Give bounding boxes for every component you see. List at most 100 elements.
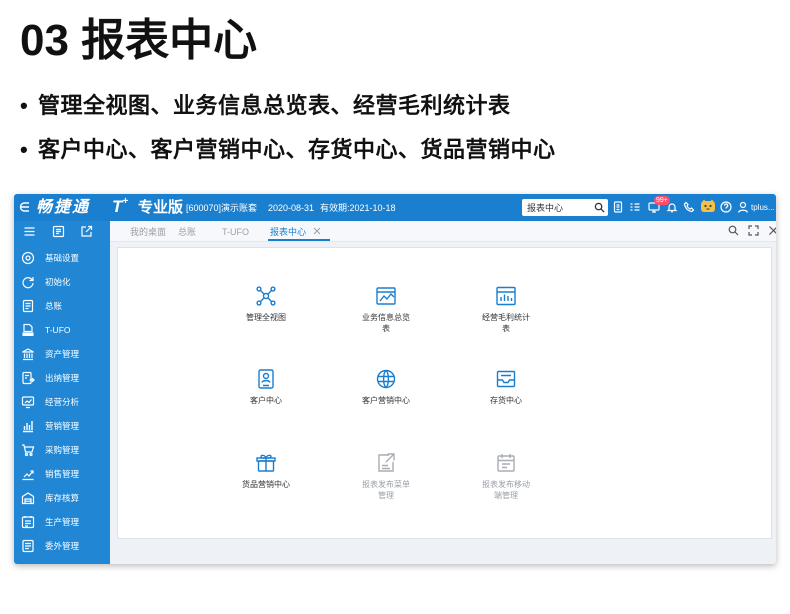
sidebar-item-label: 总账	[45, 301, 63, 311]
tile-goods-marketing-center[interactable]: 货品营销中心	[236, 452, 296, 512]
publish-mobile-icon	[495, 452, 517, 474]
globe-icon	[375, 368, 397, 390]
tile-label: 管理全视图	[246, 313, 286, 322]
search-icon[interactable]	[728, 225, 739, 236]
tile-label: 业务信息总览表	[362, 313, 410, 333]
t-ufo-icon	[21, 323, 35, 337]
app-window: 畅捷通 T+ 专业版 [600070]演示账套 2020-08-31 有效期:2…	[14, 194, 776, 564]
sidebar-item-production[interactable]: 生产管理	[14, 510, 110, 534]
bullet-text: 管理全视图、业务信息总览表、经营毛利统计表	[38, 93, 511, 118]
bullet-1: • 管理全视图、业务信息总览表、经营毛利统计表	[20, 91, 511, 121]
sidebar-item-cashier[interactable]: 出纳管理	[14, 366, 110, 390]
sidebar-item-asset-management[interactable]: 资产管理	[14, 342, 110, 366]
tile-report-publish-menu[interactable]: 报表发布菜单管理	[356, 452, 416, 512]
cart-icon	[21, 443, 35, 457]
tile-gross-profit-report[interactable]: 经营毛利统计表	[476, 285, 536, 345]
product-letter: T	[112, 197, 123, 216]
profit-report-icon	[495, 285, 517, 307]
collapse-icon[interactable]	[52, 225, 65, 238]
tab-close-icon[interactable]	[313, 227, 321, 235]
tile-label: 报表发布菜单管理	[362, 480, 410, 500]
hub-icon	[255, 285, 277, 307]
gift-icon	[255, 452, 277, 474]
list-icon[interactable]	[629, 201, 641, 213]
ledger-icon	[21, 299, 35, 313]
tab-t-ufo[interactable]: T-UFO	[222, 226, 249, 238]
settings-icon	[21, 251, 35, 265]
analysis-icon	[21, 395, 35, 409]
tab-bar: 我的桌面 总账 T-UFO 报表中心	[110, 221, 776, 242]
outsourcing-icon	[21, 539, 35, 553]
sidebar-item-label: 资产管理	[45, 349, 80, 359]
bell-icon[interactable]	[666, 201, 678, 213]
sidebar-item-sales[interactable]: 销售管理	[14, 462, 110, 486]
sidebar-item-basic-settings[interactable]: 基础设置	[14, 246, 110, 270]
main-content: 管理全视图 业务信息总览表 经营毛利统计表 客户中心 客户营销中心 存货中心 货…	[110, 242, 776, 564]
external-link-icon[interactable]	[80, 225, 93, 238]
sidebar-item-label: 委外管理	[45, 541, 80, 551]
cashier-icon	[21, 371, 35, 385]
sidebar-item-outsourcing[interactable]: 委外管理	[14, 534, 110, 558]
sidebar-item-label: 初始化	[45, 277, 71, 287]
sidebar-item-t-ufo[interactable]: T-UFO	[14, 318, 110, 342]
tile-business-overview[interactable]: 业务信息总览表	[356, 285, 416, 345]
bullet-text: 客户中心、客户营销中心、存货中心、货品营销中心	[38, 137, 556, 162]
sidebar-item-label: 出纳管理	[45, 373, 80, 383]
mascot-icon[interactable]	[700, 199, 716, 214]
back-icon[interactable]	[18, 200, 32, 214]
sidebar-item-marketing[interactable]: 营销管理	[14, 414, 110, 438]
fullscreen-icon[interactable]	[748, 225, 759, 236]
search-icon[interactable]	[594, 202, 605, 213]
sidebar-item-label: 销售管理	[45, 469, 80, 479]
business-date: 2020-08-31	[268, 203, 315, 213]
product-edition: 专业版	[138, 199, 184, 216]
close-icon[interactable]	[768, 225, 776, 236]
tile-label: 存货中心	[490, 396, 522, 405]
tile-management-overview[interactable]: 管理全视图	[236, 285, 296, 345]
sidebar-item-label: 经营分析	[45, 397, 80, 407]
tab-ledger[interactable]: 总账	[178, 226, 196, 238]
bullet-2: • 客户中心、客户营销中心、存货中心、货品营销中心	[20, 135, 556, 165]
tab-report-center[interactable]: 报表中心	[270, 226, 306, 238]
sidebar-item-label: 营销管理	[45, 421, 80, 431]
production-icon	[21, 515, 35, 529]
warehouse-icon	[21, 491, 35, 505]
tile-label: 客户中心	[250, 396, 282, 405]
sidebar-item-label: 采购管理	[45, 445, 80, 455]
tile-label: 货品营销中心	[242, 480, 290, 489]
tile-inventory-center[interactable]: 存货中心	[476, 368, 536, 428]
help-icon[interactable]	[720, 201, 732, 213]
publish-menu-icon	[375, 452, 397, 474]
product-mark: T+	[112, 196, 128, 218]
tile-label: 客户营销中心	[362, 396, 410, 405]
sidebar-item-initialization[interactable]: 初始化	[14, 270, 110, 294]
marketing-icon	[21, 419, 35, 433]
user-icon[interactable]	[737, 201, 749, 213]
account-name: [600070]演示账套	[186, 203, 258, 213]
bullet-dot: •	[20, 137, 29, 162]
customer-card-icon	[255, 368, 277, 390]
tab-desktop[interactable]: 我的桌面	[130, 226, 166, 238]
sidebar-item-purchasing[interactable]: 采购管理	[14, 438, 110, 462]
tile-label: 经营毛利统计表	[482, 313, 530, 333]
menu-icon[interactable]	[23, 225, 36, 238]
sidebar: 基础设置 初始化 总账 T-UFO 资产管理 出纳管理 经营分析 营销管理 采购…	[14, 242, 110, 564]
tile-customer-marketing-center[interactable]: 客户营销中心	[356, 368, 416, 428]
sidebar-item-business-analysis[interactable]: 经营分析	[14, 390, 110, 414]
bullet-dot: •	[20, 93, 29, 118]
bank-icon	[21, 347, 35, 361]
sidebar-item-label: T-UFO	[45, 325, 71, 335]
validity-date: 有效期:2021-10-18	[320, 203, 396, 213]
phone-icon[interactable]	[683, 201, 695, 213]
app-header: 畅捷通 T+ 专业版 [600070]演示账套 2020-08-31 有效期:2…	[14, 194, 776, 221]
document-icon[interactable]	[612, 201, 624, 213]
user-name[interactable]: tplus...	[751, 202, 775, 214]
tile-report-publish-mobile[interactable]: 报表发布移动端管理	[476, 452, 536, 512]
overview-chart-icon	[375, 285, 397, 307]
search-input[interactable]	[522, 199, 594, 216]
brand-logo: 畅捷通	[36, 199, 91, 216]
sidebar-item-inventory-accounting[interactable]: 库存核算	[14, 486, 110, 510]
active-tab-indicator	[268, 239, 330, 241]
tile-customer-center[interactable]: 客户中心	[236, 368, 296, 428]
sidebar-item-general-ledger[interactable]: 总账	[14, 294, 110, 318]
